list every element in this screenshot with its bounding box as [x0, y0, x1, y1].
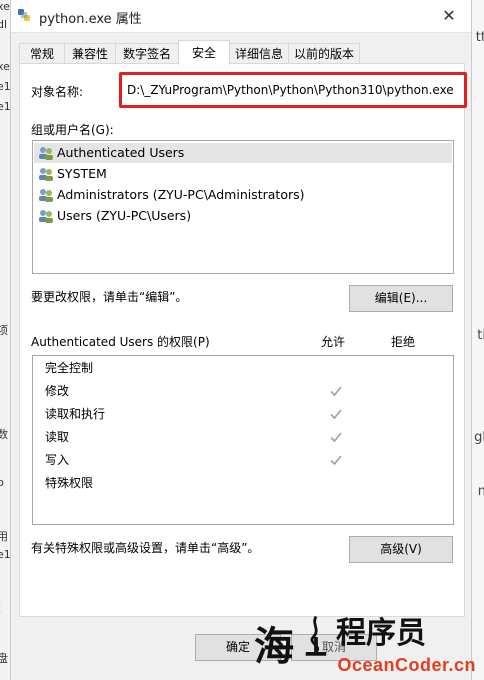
tab-digital-signatures[interactable]: 数字签名	[115, 43, 179, 63]
allow-header: 允许	[321, 335, 346, 349]
permissions-label: Authenticated Users 的权限(P)	[31, 335, 210, 349]
bg-fragment: 用	[0, 528, 8, 544]
bg-fragment: ti	[477, 328, 484, 343]
bg-fragment: (	[0, 600, 1, 613]
tab-compatibility[interactable]: 兼容性	[64, 43, 116, 63]
tab-general[interactable]: 常规	[19, 43, 65, 63]
list-item[interactable]: Administrators (ZYU-PC\Administrators)	[34, 185, 452, 205]
watermark-logo-icon	[305, 615, 327, 656]
bg-fragment: xe	[0, 0, 10, 13]
user-group-icon	[39, 147, 53, 160]
user-list[interactable]: Authenticated Users SYSTEM Administrator…	[32, 140, 454, 274]
tab-security[interactable]: 安全	[178, 40, 230, 65]
oceancoder-watermark: 海 程序员 OceanCoder.cn	[246, 608, 478, 680]
tab-previous-versions[interactable]: 以前的版本	[288, 43, 360, 63]
allow-check-icon	[330, 386, 342, 397]
bg-fragment: gl	[474, 430, 484, 445]
tab-details[interactable]: 详细信息	[229, 43, 289, 63]
watermark-domain: OceanCoder.cn	[337, 655, 476, 675]
user-group-icon	[39, 210, 53, 223]
user-group-icon	[39, 189, 53, 202]
list-item[interactable]: Authenticated Users	[34, 143, 452, 163]
window-title: python.exe 属性	[39, 12, 142, 27]
bg-fragment: 数	[0, 426, 8, 442]
bg-fragment: xe	[0, 60, 10, 73]
close-button[interactable]: ✕	[427, 0, 471, 32]
bg-fragment: n	[478, 484, 484, 499]
advanced-hint: 有关特殊权限或高级设置，请单击“高级”。	[31, 541, 260, 555]
permission-row: 写入	[45, 453, 70, 467]
bg-fragment: 盘	[0, 650, 8, 666]
edit-hint: 要更改权限，请单击“编辑”。	[31, 290, 188, 304]
object-name-value[interactable]: D:\_ZYuProgram\Python\Python\Python310\p…	[127, 83, 454, 97]
permission-row: 修改	[45, 384, 70, 398]
list-item[interactable]: Users (ZYU-PC\Users)	[34, 206, 452, 226]
permission-row: 读取和执行	[45, 407, 106, 421]
allow-check-icon	[330, 455, 342, 466]
permission-row: 完全控制	[45, 361, 94, 375]
bg-fragment: tt	[475, 30, 484, 45]
list-item[interactable]: SYSTEM	[34, 164, 452, 184]
user-group-icon	[39, 168, 53, 181]
allow-check-icon	[330, 409, 342, 420]
permission-row: 读取	[45, 430, 70, 444]
object-name-label: 对象名称:	[31, 85, 84, 99]
deny-header: 拒绝	[391, 335, 416, 349]
permissions-list[interactable]: 完全控制 修改 读取和执行 读取 写入 特殊权限	[32, 355, 454, 525]
title-bar[interactable]: python.exe 属性 ✕	[11, 0, 471, 33]
bg-fragment: 项	[0, 322, 8, 338]
watermark-char: 程序员	[336, 616, 426, 651]
permission-row: 特殊权限	[45, 476, 94, 490]
properties-dialog: python.exe 属性 ✕ 常规 兼容性 数字签名 安全 详细信息 以前的版…	[10, 0, 472, 680]
bg-fragment: dl	[0, 18, 8, 31]
edit-button[interactable]: 编辑(E)...	[349, 285, 453, 312]
watermark-char: 海	[254, 623, 294, 670]
groups-label: 组或用户名(G):	[31, 123, 114, 137]
allow-check-icon	[330, 432, 342, 443]
bg-fragment: p	[0, 476, 4, 489]
python-app-icon	[18, 9, 30, 21]
advanced-button[interactable]: 高级(V)	[349, 536, 453, 563]
